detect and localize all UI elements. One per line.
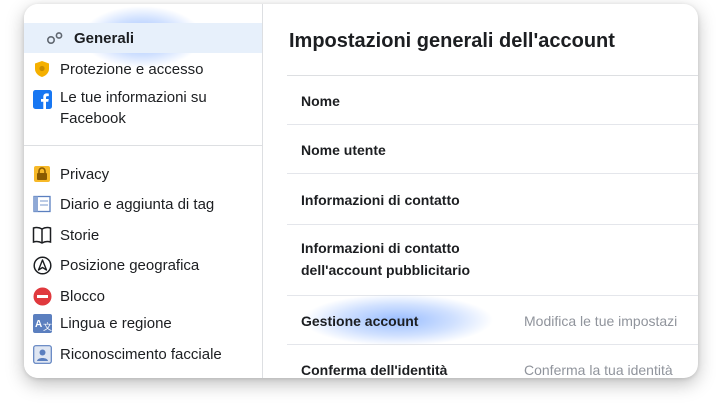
sidebar-item-riconoscimento[interactable]: Riconoscimento facciale — [32, 341, 262, 367]
timeline-icon — [32, 194, 52, 214]
gears-icon — [46, 28, 66, 48]
block-icon — [32, 286, 52, 306]
sidebar-item-generali[interactable]: Generali — [24, 23, 262, 53]
sidebar-item-label: Storie — [60, 226, 100, 244]
sidebar-item-diario[interactable]: Diario e aggiunta di tag — [32, 191, 262, 217]
sidebar-item-label: Generali — [74, 29, 135, 47]
settings-main: Impostazioni generali dell'account Nome … — [263, 4, 698, 378]
language-icon: A 文 — [32, 313, 52, 333]
settings-sidebar: Generali Protezione e accesso Le tue inf… — [24, 4, 263, 378]
shield-icon — [32, 59, 52, 79]
sidebar-item-blocco[interactable]: Blocco — [32, 283, 262, 309]
svg-text:文: 文 — [43, 321, 52, 332]
sidebar-item-label: Diario e aggiunta di tag — [60, 195, 215, 213]
settings-row-nome-utente[interactable]: Nome utente — [287, 125, 698, 174]
settings-row-conferma-identita[interactable]: Conferma dell'identità Conferma la tua i… — [287, 345, 698, 378]
settings-row-contatto-pubblicitario[interactable]: Informazioni di contatto dell'account pu… — [287, 225, 698, 296]
page-title: Impostazioni generali dell'account — [289, 30, 615, 52]
face-recognition-icon — [32, 344, 52, 364]
row-label: Informazioni di contatto — [301, 192, 460, 208]
row-label: Nome utente — [301, 142, 386, 158]
location-icon — [32, 255, 52, 275]
sidebar-item-label: Riconoscimento facciale — [60, 345, 222, 363]
sidebar-item-label: Le tue informazioni su Facebook — [60, 89, 207, 127]
sidebar-item-label: Posizione geografica — [60, 256, 200, 274]
row-label: Gestione account — [301, 313, 419, 329]
sidebar-item-label: Blocco — [60, 287, 106, 305]
sidebar-item-privacy[interactable]: Privacy — [32, 161, 262, 187]
row-label: Conferma dell'identità — [301, 362, 448, 378]
facebook-icon — [32, 89, 52, 109]
row-value: Conferma la tua identità — [524, 362, 673, 378]
settings-row-nome[interactable]: Nome — [287, 76, 698, 125]
lock-icon — [32, 164, 52, 184]
row-label: Informazioni di contatto dell'account pu… — [301, 240, 471, 278]
row-value: Modifica le tue impostazi — [524, 313, 678, 329]
sidebar-item-lingua[interactable]: A 文 Lingua e regione — [32, 310, 262, 336]
sidebar-item-label: Privacy — [60, 165, 110, 183]
sidebar-item-storie[interactable]: Storie — [32, 222, 262, 248]
sidebar-item-label: Lingua e regione — [60, 314, 172, 332]
settings-window: Generali Protezione e accesso Le tue inf… — [24, 4, 698, 378]
sidebar-divider — [24, 145, 262, 146]
svg-text:A: A — [35, 319, 42, 330]
settings-row-gestione-account[interactable]: Gestione account Modifica le tue imposta… — [287, 296, 698, 345]
settings-row-contatto[interactable]: Informazioni di contatto — [287, 174, 698, 225]
sidebar-item-label: Protezione e accesso — [60, 60, 204, 78]
row-label: Nome — [301, 93, 340, 109]
book-icon — [32, 225, 52, 245]
sidebar-item-informazioni[interactable]: Le tue informazioni su Facebook — [32, 86, 262, 134]
sidebar-item-posizione[interactable]: Posizione geografica — [32, 252, 262, 278]
sidebar-item-protezione[interactable]: Protezione e accesso — [32, 56, 262, 82]
